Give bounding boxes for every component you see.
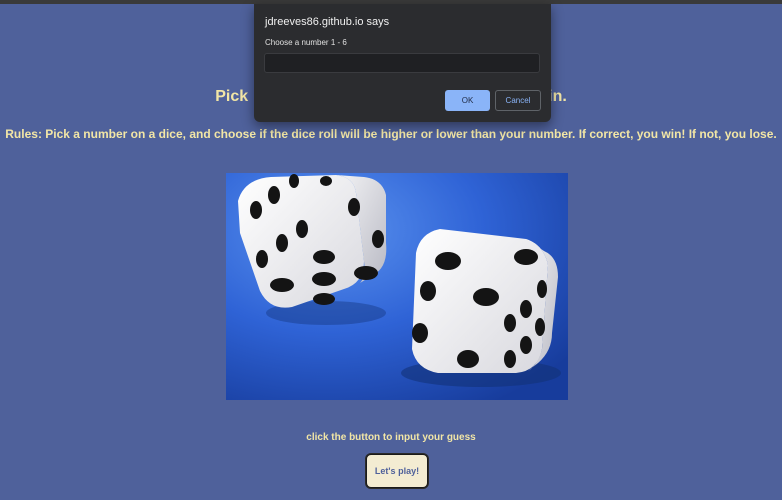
- dialog-message: Choose a number 1 - 6: [265, 38, 347, 47]
- alert-dialog: jdreeves86.github.io says Choose a numbe…: [254, 4, 551, 122]
- ok-button[interactable]: OK: [445, 90, 490, 111]
- dice-image: [226, 173, 568, 400]
- lets-play-button[interactable]: Let's play!: [366, 454, 428, 488]
- number-input[interactable]: [264, 53, 540, 73]
- input-instruction: click the button to input your guess: [306, 432, 476, 443]
- cancel-button[interactable]: Cancel: [495, 90, 541, 111]
- rules-text: Rules: Pick a number on a dice, and choo…: [5, 127, 777, 141]
- dialog-title: jdreeves86.github.io says: [265, 16, 390, 28]
- die-right: [412, 229, 558, 373]
- page-heading-left: Pick: [215, 88, 249, 105]
